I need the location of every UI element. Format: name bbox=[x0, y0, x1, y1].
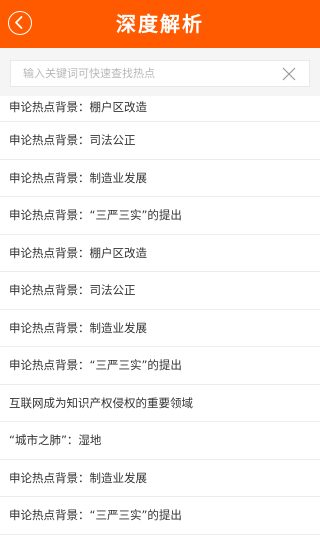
list-item[interactable]: 申论热点背景：制造业发展 bbox=[0, 160, 320, 197]
search-box bbox=[10, 60, 310, 87]
page-title: 深度解析 bbox=[116, 12, 204, 36]
list-item[interactable]: 申论热点背景：棚户区改造 bbox=[0, 96, 320, 122]
list-item[interactable]: 申论热点背景：棚户区改造 bbox=[0, 235, 320, 272]
search-area bbox=[0, 48, 320, 96]
list-item[interactable]: 申论热点背景：司法公正 bbox=[0, 122, 320, 160]
article-list: 申论热点背景：棚户区改造 申论热点背景：司法公正 申论热点背景：制造业发展 申论热点背… bbox=[0, 96, 320, 535]
list-item[interactable]: “城市之肺”：湿地 bbox=[0, 422, 320, 460]
clear-icon[interactable] bbox=[281, 66, 297, 82]
list-item[interactable]: 申论热点背景：制造业发展 bbox=[0, 460, 320, 497]
header-bar: 深度解析 bbox=[0, 0, 320, 48]
list-item[interactable]: 申论热点背景：“三严三实”的提出 bbox=[0, 197, 320, 235]
list-item[interactable]: 申论热点背景：司法公正 bbox=[0, 272, 320, 310]
list-item[interactable]: 申论热点背景：制造业发展 bbox=[0, 310, 320, 347]
search-input[interactable] bbox=[11, 61, 293, 86]
list-item[interactable]: 互联网成为知识产权侵权的重要领域 bbox=[0, 385, 320, 422]
list-item[interactable]: 申论热点背景：“三严三实”的提出 bbox=[0, 497, 320, 535]
list-item[interactable]: 申论热点背景：“三严三实”的提出 bbox=[0, 347, 320, 385]
